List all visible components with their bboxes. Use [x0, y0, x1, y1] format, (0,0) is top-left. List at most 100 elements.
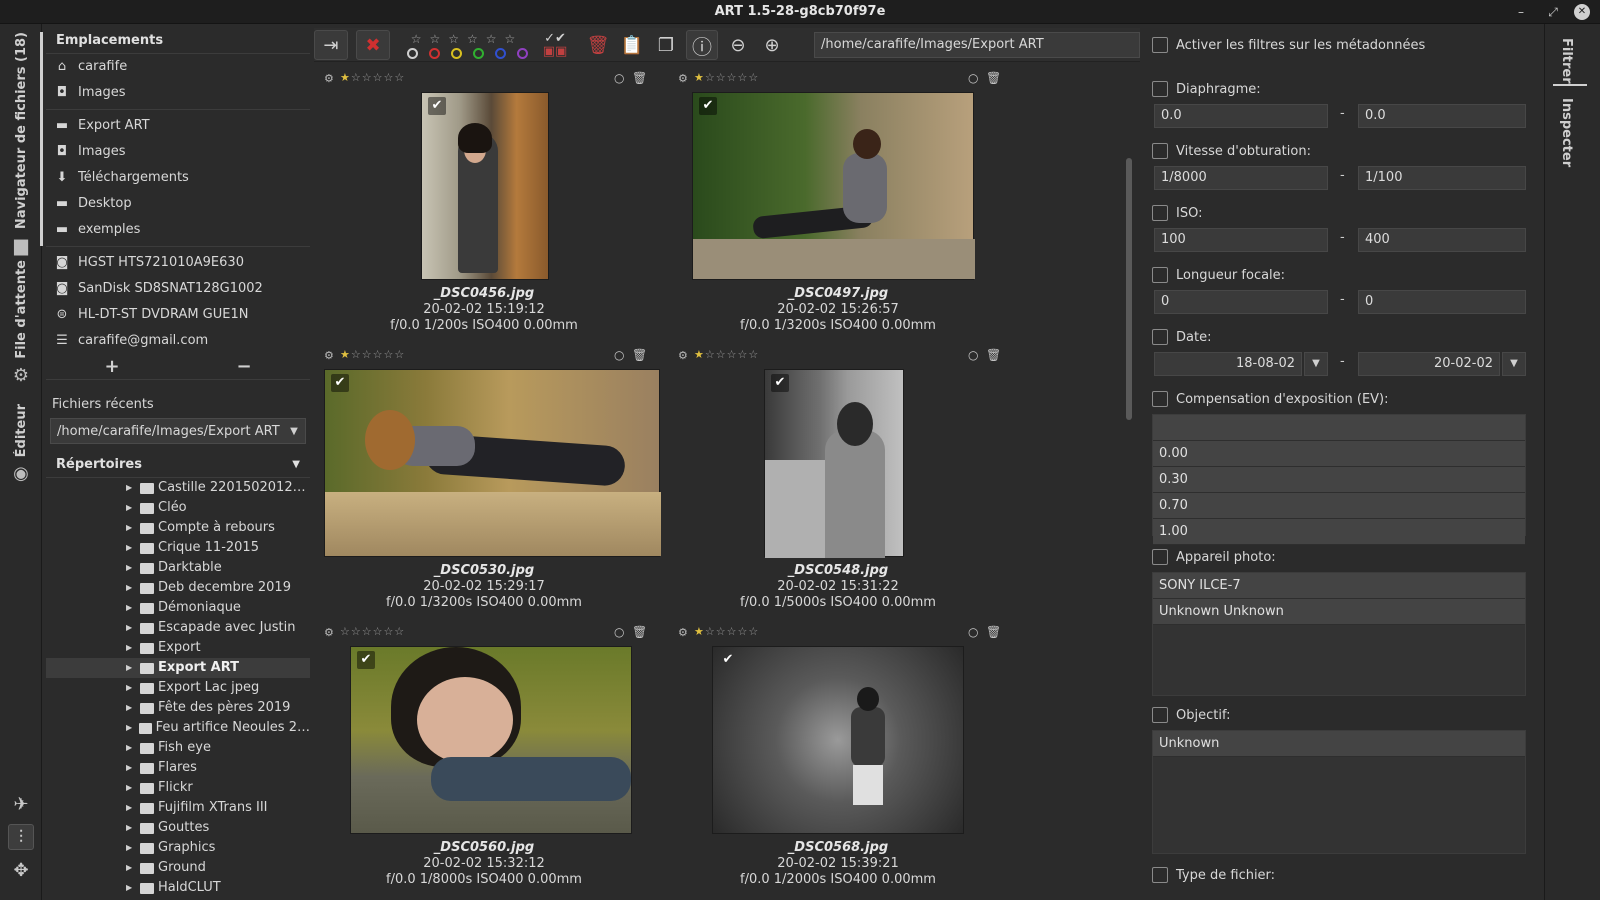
tab-file-browser[interactable]: Navigateur de fichiers (18) ▆: [4, 32, 43, 256]
exposure-list[interactable]: 0.00 0.30 0.70 1.00: [1152, 414, 1526, 545]
zoom-out-button[interactable]: ⊖: [724, 30, 752, 60]
thumbnail[interactable]: ⚙ ★☆☆☆☆☆ ○ 🗑 ✔ _DSC0497.jpg 20-02-02 15:26:…: [668, 68, 1008, 338]
expander-icon[interactable]: ▶: [126, 818, 140, 838]
checkbox[interactable]: [1152, 267, 1168, 283]
rating-stars[interactable]: ☆☆☆☆☆☆: [340, 625, 405, 638]
aperture-from-field[interactable]: 0.0: [1154, 104, 1328, 128]
reject-icon[interactable]: ○: [614, 625, 624, 639]
date-to-field[interactable]: 20-02-02: [1358, 352, 1500, 376]
place-item[interactable]: ▬ exemples: [46, 217, 310, 243]
minimize-button[interactable]: –: [1512, 3, 1530, 21]
sliders-icon[interactable]: ⫶: [8, 824, 34, 850]
place-item[interactable]: ◘ Images: [46, 80, 310, 106]
expander-icon[interactable]: ▶: [126, 678, 140, 698]
focal-from-field[interactable]: 0: [1154, 290, 1328, 314]
place-item[interactable]: ▬ Export ART: [46, 113, 310, 139]
checkbox[interactable]: [1152, 391, 1168, 407]
color-label-filter[interactable]: [516, 47, 528, 59]
checkbox[interactable]: [1152, 707, 1168, 723]
expander-icon[interactable]: ▶: [126, 518, 140, 538]
checkbox[interactable]: [1152, 329, 1168, 345]
rating-stars[interactable]: ★☆☆☆☆☆: [694, 625, 759, 638]
directory-item[interactable]: ▶ Flares: [46, 758, 310, 778]
color-label-filter[interactable]: [450, 47, 462, 59]
expander-icon[interactable]: ▶: [126, 558, 140, 578]
expander-icon[interactable]: ▶: [126, 778, 140, 798]
place-item[interactable]: ☰ carafife@gmail.com: [46, 328, 310, 354]
thumbnail[interactable]: ⚙ ★☆☆☆☆☆ ○ 🗑 ✔ _DSC0568.jpg 20-02-02 15:39:…: [668, 622, 1008, 892]
expander-icon[interactable]: ▶: [126, 478, 140, 498]
checkbox[interactable]: [1152, 549, 1168, 565]
directory-item[interactable]: ▶ Crique 11-2015: [46, 538, 310, 558]
trash-icon[interactable]: 🗑: [986, 348, 1001, 362]
enable-metadata-filter[interactable]: Activer les filtres sur les métadonnées: [1152, 34, 1425, 56]
add-place-button[interactable]: +: [104, 356, 119, 377]
thumbnail[interactable]: ⚙ ☆☆☆☆☆☆ ○ 🗑 ✔ _DSC0560.jpg 20-02-02 15:32:…: [314, 622, 654, 892]
close-button[interactable]: ✕: [1574, 4, 1590, 20]
directory-item[interactable]: ▶ Castille 2201502012…: [46, 478, 310, 498]
recent-files-combo[interactable]: /home/carafife/Images/Export ART ▼: [50, 418, 306, 444]
aperture-to-field[interactable]: 0.0: [1358, 104, 1526, 128]
filetype-filter[interactable]: Type de fichier:: [1152, 864, 1275, 886]
directory-item[interactable]: ▶ Compte à rebours: [46, 518, 310, 538]
expander-icon[interactable]: ▶: [126, 698, 140, 718]
date-filter[interactable]: Date:: [1152, 326, 1211, 348]
color-label-filter[interactable]: [472, 47, 484, 59]
reject-icon[interactable]: ○: [614, 71, 624, 85]
iso-to-field[interactable]: 400: [1358, 228, 1526, 252]
thumbnail[interactable]: ⚙ ★☆☆☆☆☆ ○ 🗑 ✔ _DSC0548.jpg 20-02-02 15:31:…: [668, 345, 1008, 615]
camera-filter[interactable]: Appareil photo:: [1152, 546, 1276, 568]
camera-list[interactable]: SONY ILCE-7 Unknown Unknown: [1152, 572, 1526, 696]
iso-from-field[interactable]: 100: [1154, 228, 1328, 252]
thumbnail[interactable]: ⚙ ★☆☆☆☆☆ ○ 🗑 ✔ _DSC0456.jpg 20-02-02 15:19:…: [314, 68, 654, 338]
reset-filter-button[interactable]: ✖: [356, 30, 390, 60]
directory-item[interactable]: ▶ Fête des pères 2019: [46, 698, 310, 718]
list-item[interactable]: [1153, 415, 1525, 441]
expander-icon[interactable]: ▶: [126, 738, 140, 758]
restore-button[interactable]: ⤢: [1544, 3, 1562, 21]
color-label-filter[interactable]: [494, 47, 506, 59]
lens-filter[interactable]: Objectif:: [1152, 704, 1230, 726]
expander-icon[interactable]: ▶: [126, 858, 140, 878]
date-from-dropdown[interactable]: ▼: [1304, 352, 1328, 376]
directory-item[interactable]: ▶ Export: [46, 638, 310, 658]
edited-filter-button[interactable]: ✓✔ ▣▣: [540, 30, 570, 60]
rating-stars[interactable]: ★☆☆☆☆☆: [340, 348, 405, 361]
expander-icon[interactable]: ▶: [126, 878, 140, 898]
checkbox[interactable]: [1152, 37, 1168, 53]
tab-filter[interactable]: Filtrer: [1559, 38, 1574, 84]
directory-item[interactable]: ▶ Deb decembre 2019: [46, 578, 310, 598]
place-item[interactable]: ◙ HGST HTS721010A9E630: [46, 250, 310, 276]
trash-icon[interactable]: 🗑: [632, 71, 647, 85]
directory-item[interactable]: ▶ Export ART: [46, 658, 310, 678]
focal-filter[interactable]: Longueur focale:: [1152, 264, 1285, 286]
reject-icon[interactable]: ○: [968, 625, 978, 639]
directories-header[interactable]: Répertoires ▼: [46, 452, 310, 478]
directory-item[interactable]: ▶ Cléo: [46, 498, 310, 518]
info-button[interactable]: ⓘ: [686, 30, 718, 60]
directory-item[interactable]: ▶ HaldCLUT: [46, 878, 310, 898]
checkbox[interactable]: [1152, 205, 1168, 221]
list-item[interactable]: 1.00: [1153, 519, 1525, 545]
tab-queue[interactable]: File d'attente ⚙: [4, 260, 38, 388]
list-item[interactable]: 0.70: [1153, 493, 1525, 519]
thumbnail-scrollbar[interactable]: [1126, 158, 1132, 420]
directory-item[interactable]: ▶ Gouttes: [46, 818, 310, 838]
directory-item[interactable]: ▶ Darktable: [46, 558, 310, 578]
rating-stars[interactable]: ★☆☆☆☆☆: [340, 71, 405, 84]
place-item[interactable]: ▬ Desktop: [46, 191, 310, 217]
reject-icon[interactable]: ○: [614, 348, 624, 362]
list-item[interactable]: Unknown Unknown: [1153, 599, 1525, 625]
tab-inspector[interactable]: Inspecter: [1559, 98, 1574, 167]
shutter-to-field[interactable]: 1/100: [1358, 166, 1526, 190]
expander-icon[interactable]: ▶: [126, 758, 140, 778]
directory-item[interactable]: ▶ Escapade avec Justin: [46, 618, 310, 638]
tab-editor[interactable]: Éditeur ◉: [4, 404, 38, 514]
shutter-filter[interactable]: Vitesse d'obturation:: [1152, 140, 1311, 162]
color-label-filter[interactable]: [406, 47, 418, 59]
move-icon[interactable]: ✥: [8, 858, 34, 884]
directory-item[interactable]: ▶ Flickr: [46, 778, 310, 798]
color-label-filter[interactable]: [428, 47, 440, 59]
list-item[interactable]: SONY ILCE-7: [1153, 573, 1525, 599]
trash-icon[interactable]: 🗑: [986, 71, 1001, 85]
